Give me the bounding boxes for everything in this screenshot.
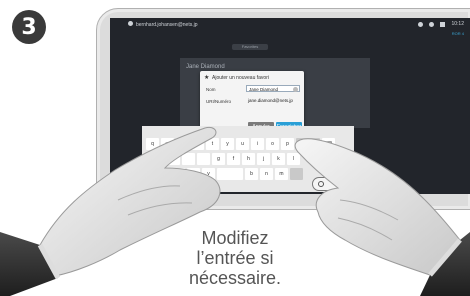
- caption-line-1: Modifiez: [201, 228, 269, 248]
- right-hand: [294, 138, 470, 296]
- caption-line-3: nécessaire.: [188, 268, 282, 288]
- caption: Modifiez l’entrée si nécessaire.: [160, 228, 310, 288]
- caption-line-2: l’entrée si: [196, 248, 274, 268]
